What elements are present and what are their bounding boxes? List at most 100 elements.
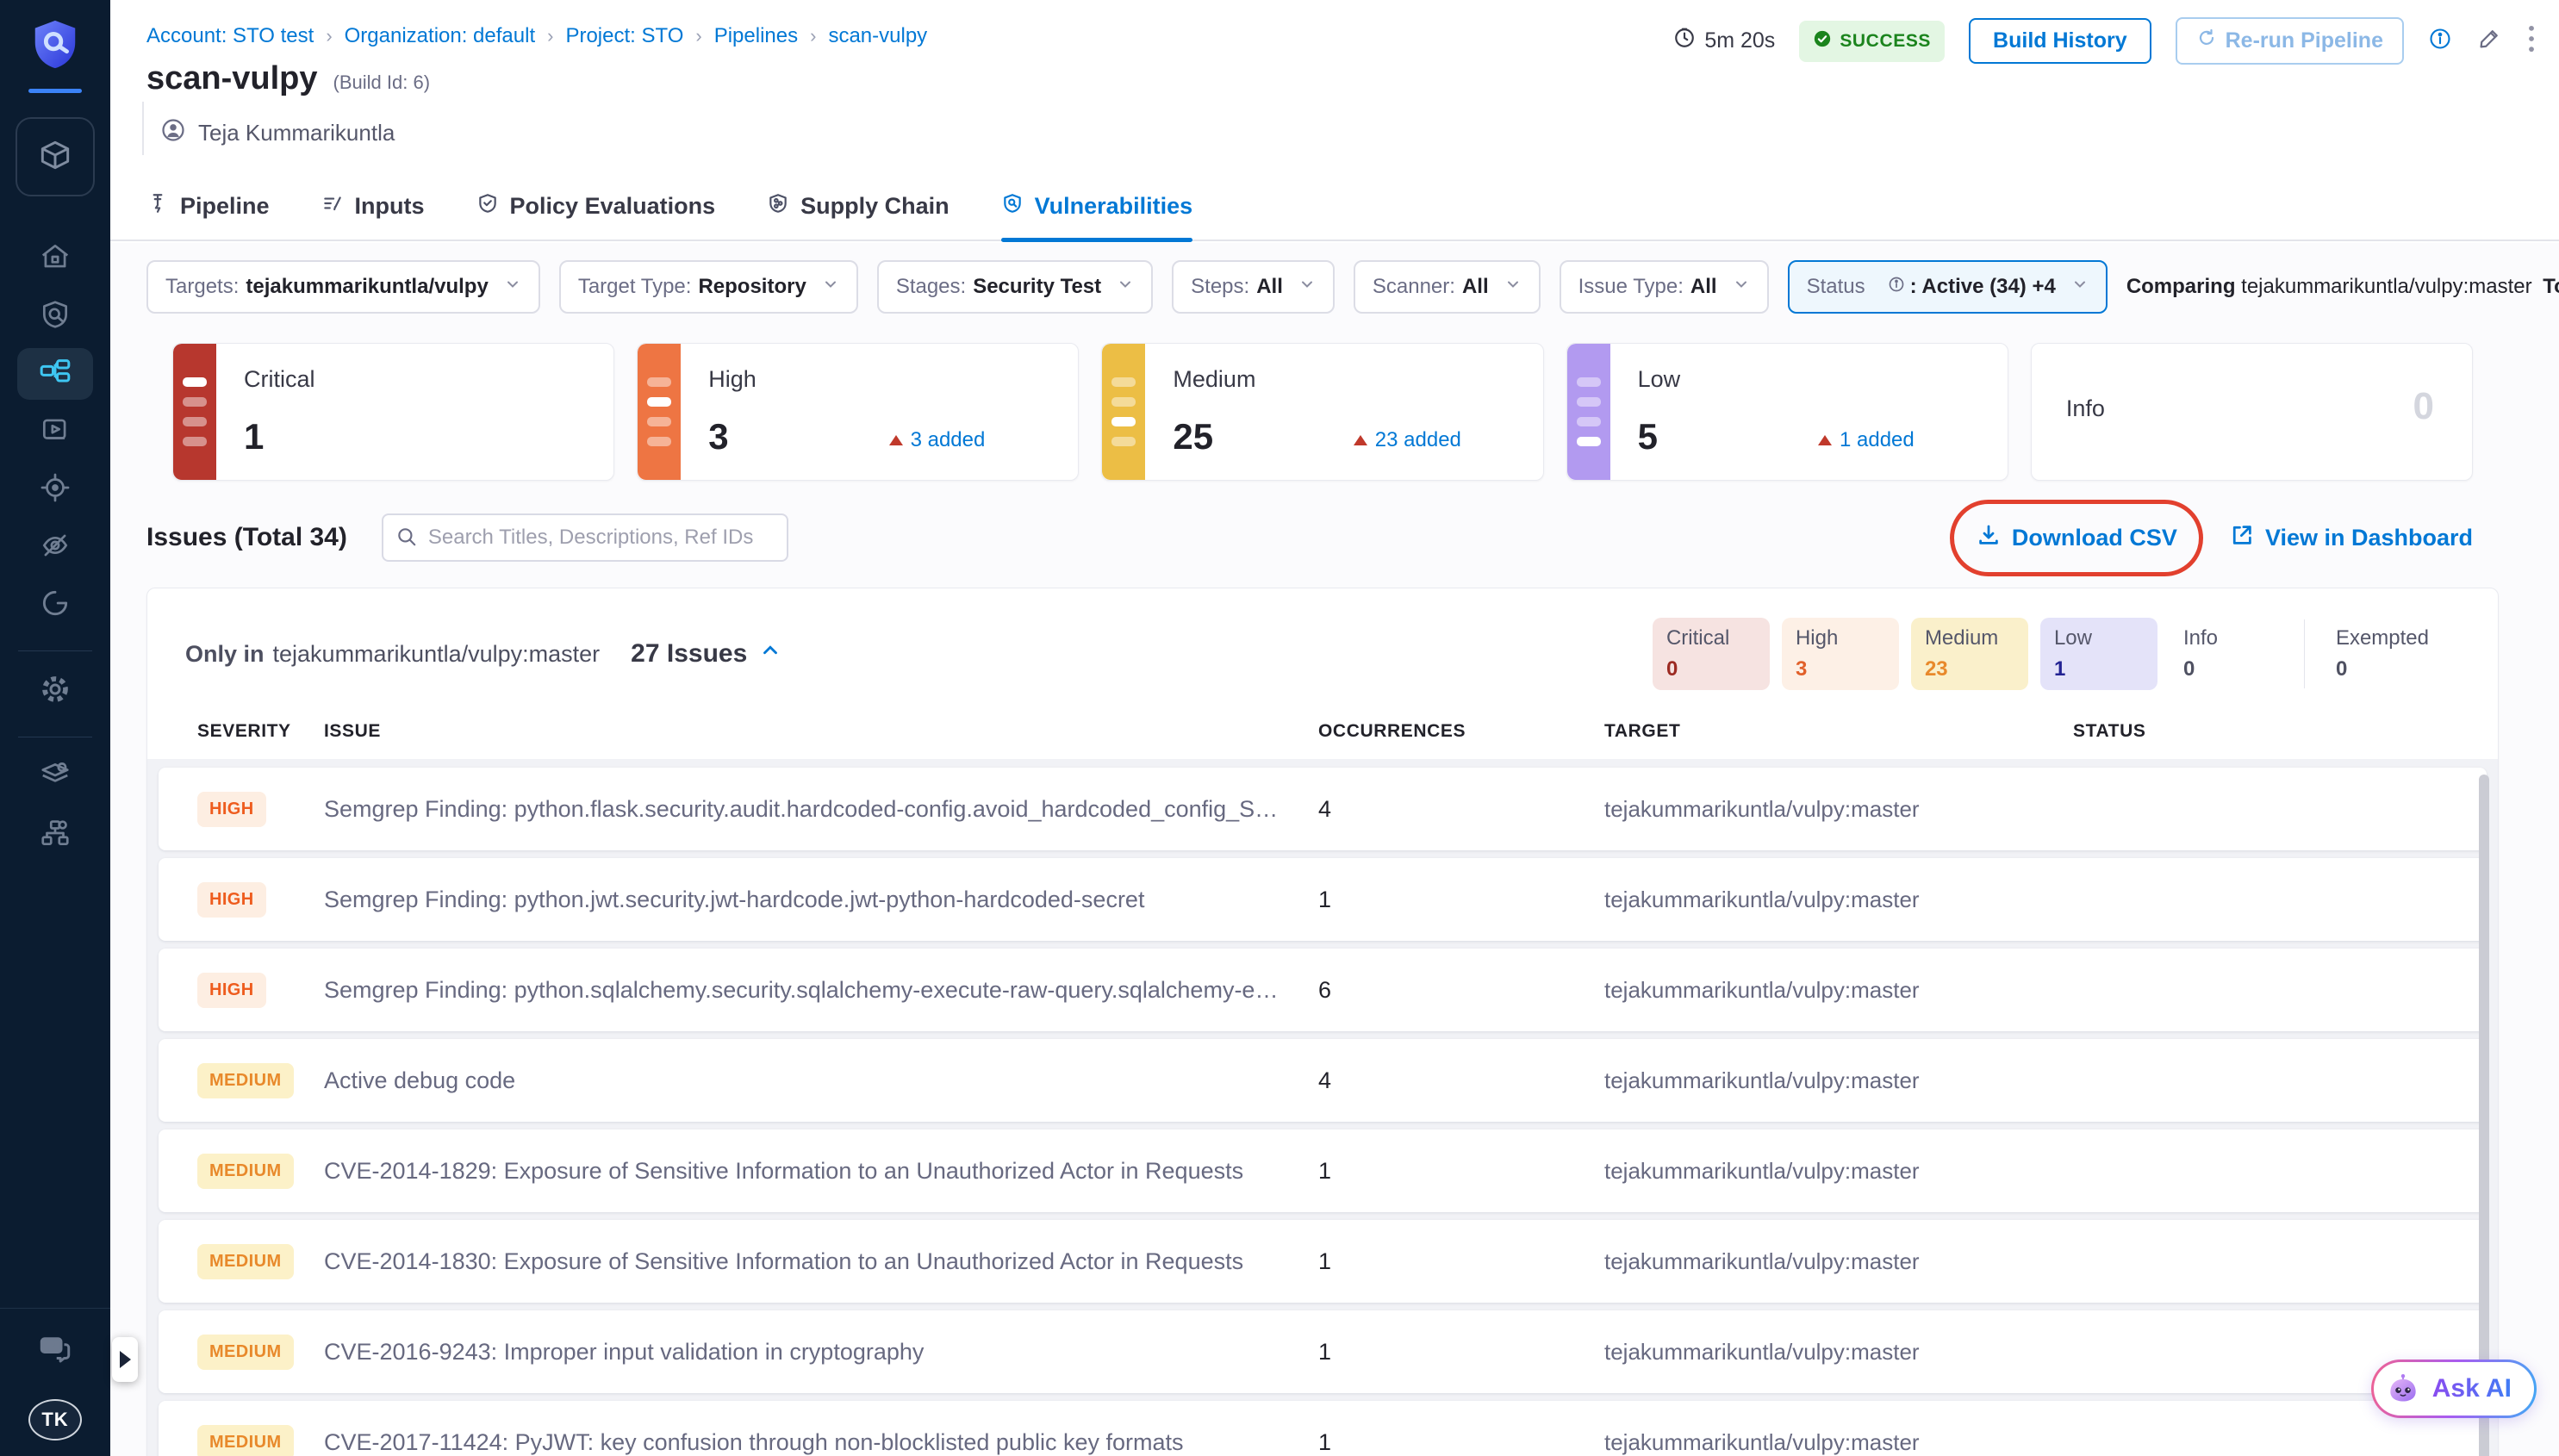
sidebar-item-getting-started[interactable] (17, 579, 93, 631)
breadcrumb-separator: › (810, 25, 816, 47)
breadcrumb-org[interactable]: Organization: default (345, 24, 535, 48)
kebab-menu-icon[interactable] (2526, 24, 2537, 58)
download-csv-link[interactable]: Download CSV (1976, 522, 2177, 554)
sidebar-item-overview[interactable] (17, 290, 93, 342)
table-row[interactable]: MEDIUM CVE-2014-1830: Exposure of Sensit… (159, 1220, 2487, 1303)
issue-title[interactable]: Semgrep Finding: python.flask.security.a… (324, 796, 1318, 823)
occurrences-value: 1 (1318, 1339, 1604, 1366)
severity-badge: HIGH (197, 882, 266, 918)
sidebar-item-home[interactable] (17, 233, 93, 284)
issues-search (382, 513, 788, 562)
breadcrumb-project[interactable]: Project: STO (565, 24, 683, 48)
breadcrumb-current[interactable]: scan-vulpy (828, 24, 927, 48)
column-target: TARGET (1604, 721, 2073, 742)
table-row[interactable]: HIGH Semgrep Finding: python.jwt.securit… (159, 858, 2487, 941)
tab-vulnerabilities[interactable]: Vulnerabilities (1001, 171, 1193, 240)
logo-accent-bar (28, 89, 82, 93)
sto-shield-logo (28, 17, 82, 75)
added-delta: 1 added (1818, 428, 1915, 452)
breadcrumb-account[interactable]: Account: STO test (146, 24, 314, 48)
sidebar-item-executions[interactable] (17, 406, 93, 457)
table-row[interactable]: HIGH Semgrep Finding: python.flask.secur… (159, 768, 2487, 850)
chevron-down-icon (2056, 275, 2089, 299)
issue-title[interactable]: Active debug code (324, 1067, 1318, 1094)
filter-scanner[interactable]: Scanner:All (1354, 260, 1541, 314)
filter-steps[interactable]: Steps:All (1172, 260, 1335, 314)
table-row[interactable]: MEDIUM CVE-2016-9243: Improper input val… (159, 1310, 2487, 1393)
chevron-up-icon (759, 639, 781, 669)
tab-inputs[interactable]: Inputs (321, 171, 425, 240)
occurrences-value: 1 (1318, 1248, 1604, 1275)
sidebar-item-exemptions[interactable] (17, 521, 93, 573)
issues-total-title: Issues (Total 34) (146, 523, 347, 552)
table-scrollbar[interactable] (2479, 775, 2489, 1456)
ask-ai-label: Ask AI (2432, 1374, 2512, 1403)
group-prefix: Only in (185, 641, 265, 668)
vulnerabilities-content: Targets:tejakummarikuntla/vulpy Target T… (110, 243, 2559, 1456)
table-row[interactable]: HIGH Semgrep Finding: python.sqlalchemy.… (159, 949, 2487, 1031)
home-icon (39, 240, 72, 277)
issue-title[interactable]: CVE-2017-11424: PyJWT: key confusion thr… (324, 1429, 1318, 1456)
chip-info: Info0 (2170, 618, 2287, 690)
page-header: Account: STO test › Organization: defaul… (110, 0, 2559, 172)
module-selector-button[interactable] (16, 117, 95, 196)
gear-icon (38, 672, 72, 711)
sidebar-item-org-settings[interactable] (17, 809, 93, 861)
breadcrumb-pipelines[interactable]: Pipelines (714, 24, 798, 48)
added-delta: 23 added (1354, 428, 1461, 452)
tab-pipeline[interactable]: Pipeline (146, 171, 270, 240)
occurrences-value: 4 (1318, 1067, 1604, 1094)
issue-title[interactable]: CVE-2016-9243: Improper input validation… (324, 1339, 1318, 1366)
issue-title[interactable]: CVE-2014-1829: Exposure of Sensitive Inf… (324, 1158, 1318, 1185)
external-link-icon (2229, 522, 2255, 554)
edit-pencil-icon[interactable] (2476, 26, 2502, 56)
card-medium[interactable]: Medium 25 23 added (1101, 343, 1543, 481)
build-history-button[interactable]: Build History (1969, 18, 2151, 64)
tab-supply-chain[interactable]: Supply Chain (767, 171, 950, 240)
search-input[interactable] (382, 513, 788, 562)
breadcrumb-separator: › (326, 25, 332, 47)
sidebar-item-default-settings[interactable] (17, 751, 93, 803)
user-avatar[interactable]: TK (28, 1399, 82, 1440)
chevron-down-icon (1489, 275, 1522, 299)
filter-targets[interactable]: Targets:tejakummarikuntla/vulpy (146, 260, 540, 314)
card-high[interactable]: High 3 3 added (637, 343, 1079, 481)
tab-policy-evaluations[interactable]: Policy Evaluations (476, 171, 716, 240)
layers-gear-icon (39, 759, 72, 796)
inputs-edit-icon (321, 192, 344, 221)
card-info[interactable]: Info 0 (2031, 343, 2473, 481)
issue-title[interactable]: Semgrep Finding: python.sqlalchemy.secur… (324, 977, 1318, 1004)
severity-badge: MEDIUM (197, 1425, 294, 1456)
group-issue-count[interactable]: 27 Issues (631, 639, 781, 669)
table-row[interactable]: MEDIUM CVE-2014-1829: Exposure of Sensit… (159, 1129, 2487, 1212)
filters-row: Targets:tejakummarikuntla/vulpy Target T… (110, 243, 2559, 314)
comparing-label: Comparing tejakummarikuntla/vulpy:master… (2126, 275, 2559, 299)
card-critical[interactable]: Critical 1 (172, 343, 614, 481)
sidebar-item-settings[interactable] (17, 665, 93, 717)
filter-issue-type[interactable]: Issue Type:All (1560, 260, 1769, 314)
executions-play-icon (39, 414, 72, 451)
card-low[interactable]: Low 5 1 added (1566, 343, 2008, 481)
filter-target-type[interactable]: Target Type:Repository (559, 260, 858, 314)
shield-nodes-icon (767, 192, 789, 221)
help-chat-icon[interactable]: ? (37, 1331, 73, 1372)
sidebar-expand-handle[interactable] (112, 1337, 138, 1382)
issue-title[interactable]: Semgrep Finding: python.jwt.security.jwt… (324, 887, 1318, 913)
view-in-dashboard-link[interactable]: View in Dashboard (2229, 522, 2473, 554)
build-duration: 5m 20s (1673, 27, 1775, 55)
filter-stages[interactable]: Stages:Security Test (877, 260, 1153, 314)
sidebar-item-pipelines[interactable] (17, 348, 93, 400)
severity-badge: HIGH (197, 973, 266, 1008)
filter-status[interactable]: Status : Active (34) +4 (1788, 260, 2108, 314)
issue-title[interactable]: CVE-2014-1830: Exposure of Sensitive Inf… (324, 1248, 1318, 1275)
table-row[interactable]: MEDIUM Active debug code 4 tejakummariku… (159, 1039, 2487, 1122)
table-row[interactable]: MEDIUM CVE-2017-11424: PyJWT: key confus… (159, 1401, 2487, 1456)
sidebar-item-targets[interactable] (17, 464, 93, 515)
rerun-pipeline-button[interactable]: Re-run Pipeline (2176, 17, 2404, 65)
pipeline-pin-icon (146, 192, 169, 221)
getting-started-icon (39, 587, 72, 624)
ask-ai-button[interactable]: Ask AI (2371, 1360, 2537, 1418)
info-icon[interactable] (2428, 27, 2452, 55)
target-value: tejakummarikuntla/vulpy:master (1604, 1158, 2073, 1185)
target-value: tejakummarikuntla/vulpy:master (1604, 1248, 2073, 1275)
